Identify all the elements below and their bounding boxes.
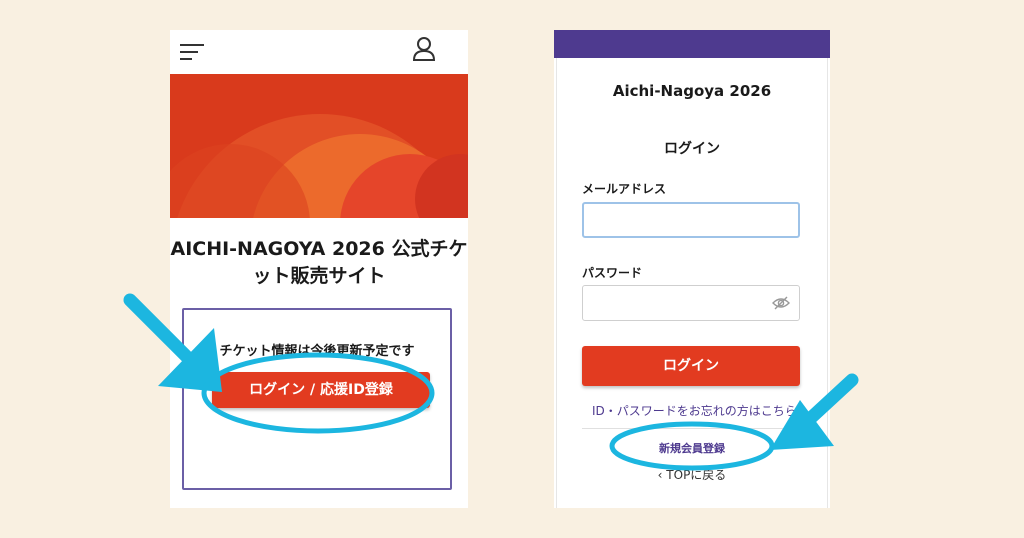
left-phone-screen: AICHI-NAGOYA 2026 公式チケット販売サイト チケット情報は今後更… — [170, 30, 468, 508]
chevron-left-icon: ‹ — [657, 468, 667, 482]
login-heading: ログイン — [664, 141, 720, 157]
ticket-info-box: チケット情報は今後更新予定です ログイン / 応援ID登録 — [182, 308, 452, 490]
login-button[interactable]: ログイン — [582, 346, 800, 386]
top-bar — [170, 30, 468, 74]
hero-banner — [170, 74, 468, 218]
login-register-button[interactable]: ログイン / 応援ID登録 — [212, 372, 430, 408]
user-icon[interactable] — [412, 36, 436, 62]
email-label: メールアドレス — [582, 182, 667, 196]
password-label: パスワード — [582, 266, 643, 280]
back-to-top-link[interactable]: ‹ TOPに戻る — [554, 466, 830, 483]
header-bar — [554, 30, 830, 58]
eye-slash-icon[interactable] — [772, 296, 790, 310]
forgot-password-link[interactable]: ID・パスワードをお忘れの方はこちら — [592, 402, 828, 419]
site-name: Aichi-Nagoya 2026 — [612, 82, 772, 100]
divider — [582, 428, 800, 429]
right-phone-screen: Aichi-Nagoya 2026 ログイン メールアドレス パスワード ログイ… — [554, 30, 830, 508]
annotation-overlay — [123, 293, 859, 471]
password-field[interactable] — [582, 285, 800, 321]
page-title: AICHI-NAGOYA 2026 公式チケット販売サイト — [170, 238, 468, 287]
register-link[interactable]: 新規会員登録 — [554, 440, 830, 456]
ticket-info-text: チケット情報は今後更新予定です — [219, 344, 415, 359]
email-field[interactable] — [582, 202, 800, 238]
back-to-top-label: TOPに戻る — [666, 468, 727, 482]
menu-icon[interactable] — [180, 42, 206, 62]
